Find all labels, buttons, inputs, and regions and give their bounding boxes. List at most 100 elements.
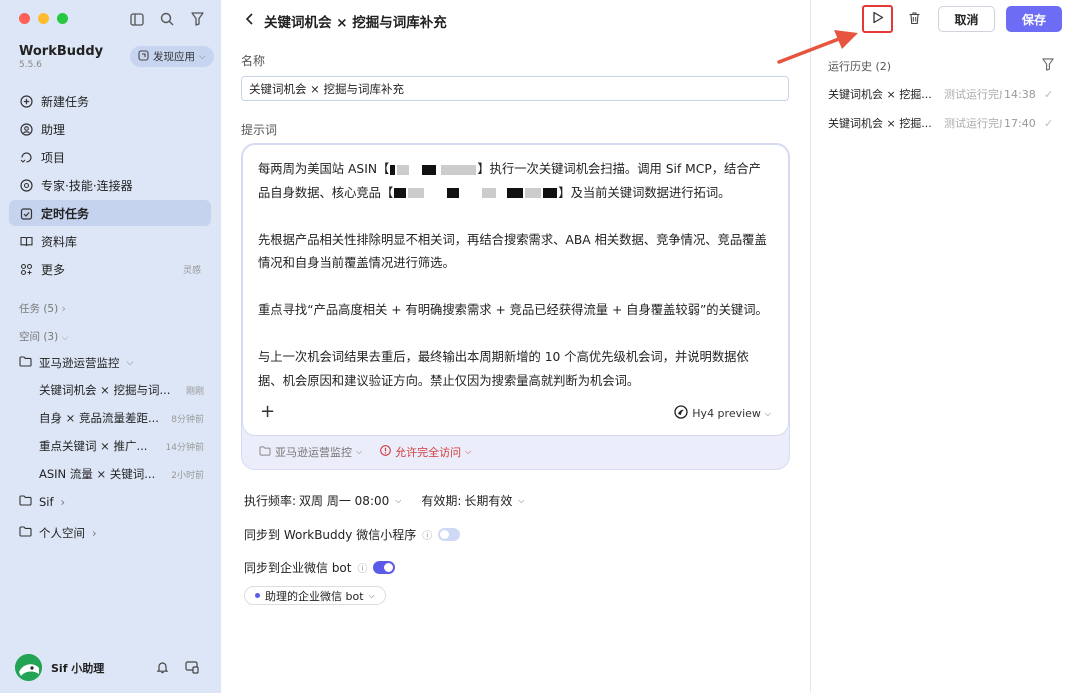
chevron-down-icon: ⌵ bbox=[465, 447, 472, 456]
prompt-options: 亚马逊运营监控 ⌵ 允许完全访问 ⌵ bbox=[259, 444, 471, 460]
close-window-button[interactable] bbox=[19, 13, 30, 24]
user-profile[interactable]: Sif 小助理 bbox=[15, 654, 104, 681]
prompt-label: 提示词 bbox=[241, 123, 278, 137]
discover-apps-button[interactable]: 发现应用 ⌵ bbox=[130, 46, 214, 67]
book-icon bbox=[19, 234, 33, 248]
page-header: 关键词机会 × 挖掘与词库补充 bbox=[245, 11, 447, 31]
chevron-down-icon: ⌵ bbox=[199, 51, 206, 62]
chevron-down-icon: ⌵ bbox=[61, 333, 69, 343]
page-title: 关键词机会 × 挖掘与词库补充 bbox=[264, 15, 447, 31]
add-attachment-button[interactable]: + bbox=[260, 401, 275, 422]
sync-wechat-mini-row: 同步到 WorkBuddy 微信小程序 ⓘ bbox=[244, 526, 461, 543]
chevron-right-icon: › bbox=[61, 303, 66, 315]
nav-assistant[interactable]: 助理 bbox=[9, 116, 211, 142]
trash-icon bbox=[908, 11, 921, 28]
filter-icon[interactable] bbox=[1042, 58, 1054, 74]
assistant-icon bbox=[19, 122, 33, 136]
chevron-down-icon: ⌵ bbox=[126, 358, 134, 368]
main-panel: 关键词机会 × 挖掘与词库补充 名称 关键词机会 × 挖掘与词库补充 提示词 每… bbox=[221, 0, 810, 693]
name-label: 名称 bbox=[241, 54, 266, 68]
nav-scheduled-tasks[interactable]: 定时任务 bbox=[9, 200, 211, 226]
prompt-paragraph: 重点寻找“产品高度相关 + 有明确搜索需求 + 竞品已经获得流量 + 自身覆盖较… bbox=[258, 303, 768, 317]
sidebar-toggle-icon[interactable] bbox=[129, 11, 145, 27]
sync-wecom-bot-toggle[interactable] bbox=[373, 561, 396, 574]
nav-experts[interactable]: 专家·技能·连接器 bbox=[9, 172, 211, 198]
run-test-button[interactable] bbox=[862, 5, 893, 33]
more-icon bbox=[19, 262, 33, 276]
wecom-bot-selector[interactable]: 助理的企业微信 bot ⌵ bbox=[244, 586, 386, 605]
redacted-asin bbox=[389, 162, 477, 176]
model-selector[interactable]: Hy4 preview ⌵ bbox=[674, 405, 771, 422]
window-controls bbox=[19, 13, 68, 24]
delete-button[interactable] bbox=[905, 9, 923, 29]
nav-more[interactable]: 更多 灵感 bbox=[9, 256, 211, 282]
history-row[interactable]: 关键词机会 × 挖掘... 测试运行完成 14:38 ✓ bbox=[828, 86, 1058, 102]
chevron-down-icon: ⌵ bbox=[368, 590, 375, 600]
filter-icon[interactable] bbox=[189, 11, 205, 27]
sync-wecom-bot-row: 同步到企业微信 bot ⓘ bbox=[244, 559, 396, 576]
chevron-down-icon: ⌵ bbox=[518, 495, 525, 505]
cancel-button[interactable]: 取消 bbox=[938, 6, 995, 32]
workspace-selector[interactable]: 亚马逊运营监控 ⌵ bbox=[259, 444, 362, 460]
nav-more-extra: 灵感 bbox=[182, 265, 201, 276]
name-field[interactable]: 关键词机会 × 挖掘与词库补充 bbox=[241, 76, 789, 101]
save-button[interactable]: 保存 bbox=[1006, 6, 1062, 32]
space-sif[interactable]: Sif › bbox=[19, 495, 65, 509]
check-icon: ✓ bbox=[1044, 87, 1054, 101]
folder-icon bbox=[19, 495, 32, 509]
minimize-window-button[interactable] bbox=[38, 13, 49, 24]
prompt-container: 每两周为美国站 ASIN【 】执行一次关键词机会扫描。调用 Sif MCP，结合产… bbox=[241, 143, 790, 470]
scheduled-icon bbox=[19, 206, 33, 220]
folder-icon bbox=[19, 526, 32, 540]
back-icon[interactable] bbox=[245, 13, 254, 29]
bell-icon[interactable] bbox=[156, 660, 169, 677]
frequency-selector[interactable]: 执行频率: 双周 周一 08:00 ⌵ bbox=[244, 492, 401, 509]
nav-new-task[interactable]: 新建任务 bbox=[9, 88, 211, 114]
device-icon[interactable] bbox=[185, 660, 199, 677]
check-icon: ✓ bbox=[1044, 116, 1054, 130]
space-personal[interactable]: 个人空间 › bbox=[19, 525, 97, 541]
chevron-down-icon: ⌵ bbox=[395, 495, 402, 505]
model-logo-icon bbox=[674, 405, 688, 422]
schedule-row: 执行频率: 双周 周一 08:00 ⌵ 有效期: 长期有效 ⌵ bbox=[244, 492, 524, 509]
project-icon bbox=[19, 150, 33, 164]
info-icon[interactable]: ⓘ bbox=[422, 527, 432, 542]
access-selector[interactable]: 允许完全访问 ⌵ bbox=[380, 444, 471, 460]
chevron-down-icon: ⌵ bbox=[764, 408, 771, 418]
history-row[interactable]: 关键词机会 × 挖掘... 测试运行完成 17:40 ✓ bbox=[828, 115, 1058, 131]
chevron-down-icon: ⌵ bbox=[356, 447, 363, 456]
prompt-paragraph: 与上一次机会词结果去重后，最终输出本周期新增的 10 个高优先级机会词，并说明数… bbox=[258, 350, 749, 388]
app-version: 5.5.6 bbox=[19, 60, 42, 70]
warning-icon bbox=[380, 445, 391, 459]
nav-project[interactable]: 项目 bbox=[9, 144, 211, 170]
chevron-right-icon: › bbox=[92, 526, 97, 540]
sidebar-nav: 新建任务 助理 项目 专家·技能·连接器 定时任务 资料库 更多 灵感 bbox=[9, 88, 211, 284]
folder-icon bbox=[259, 445, 271, 459]
task-item[interactable]: 关键词机会 × 挖掘与词... 刚刚 bbox=[39, 382, 204, 398]
prompt-text[interactable]: 每两周为美国站 ASIN【 】执行一次关键词机会扫描。调用 Sif MCP，结合产… bbox=[258, 158, 773, 393]
chevron-right-icon: › bbox=[60, 495, 66, 509]
tasks-section-header[interactable]: 任务 (5) › bbox=[19, 301, 66, 316]
history-title: 运行历史 (2) bbox=[828, 60, 892, 73]
app-icon bbox=[138, 49, 149, 64]
app-name: WorkBuddy bbox=[19, 44, 104, 59]
nav-library[interactable]: 资料库 bbox=[9, 228, 211, 254]
prompt-editor[interactable]: 每两周为美国站 ASIN【 】执行一次关键词机会扫描。调用 Sif MCP，结合产… bbox=[242, 144, 789, 436]
info-icon[interactable]: ⓘ bbox=[357, 560, 367, 575]
plus-icon: + bbox=[260, 401, 276, 422]
space-amazon[interactable]: 亚马逊运营监控 ⌵ bbox=[19, 355, 133, 371]
task-item[interactable]: 自身 × 竞品流量差距... 8分钟前 bbox=[39, 410, 204, 426]
validity-selector[interactable]: 有效期: 长期有效 ⌵ bbox=[421, 492, 524, 509]
user-name: Sif 小助理 bbox=[51, 661, 105, 675]
redacted-competitors bbox=[393, 186, 558, 200]
prompt-paragraph: 先根据产品相关性排除明显不相关词，再结合搜索需求、ABA 相关数据、竞争情况、竞… bbox=[258, 232, 767, 271]
expert-icon bbox=[19, 178, 33, 192]
maximize-window-button[interactable] bbox=[57, 13, 68, 24]
prompt-paragraph: 每两周为美国站 ASIN【 】执行一次关键词机会扫描。调用 Sif MCP，结合产… bbox=[258, 162, 761, 200]
task-item[interactable]: 重点关键词 × 推广... 14分钟前 bbox=[39, 438, 204, 454]
sync-wechat-mini-toggle[interactable] bbox=[438, 528, 461, 541]
avatar bbox=[15, 654, 42, 681]
task-item[interactable]: ASIN 流量 × 关键词... 2小时前 bbox=[39, 466, 204, 482]
spaces-section-header[interactable]: 空间 (3) ⌵ bbox=[19, 329, 68, 344]
search-icon[interactable] bbox=[159, 11, 175, 27]
